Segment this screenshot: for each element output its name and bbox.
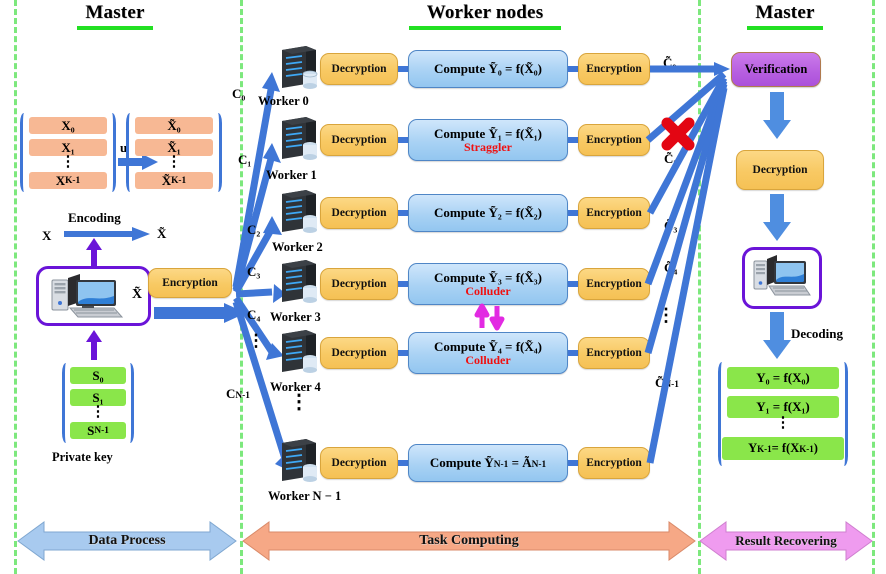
phase-label-task-computing: Task Computing: [419, 533, 519, 548]
decoding-arrow: [763, 312, 791, 359]
decoding-label: Decoding: [791, 326, 843, 341]
matrix-ellipsis: ⋮: [775, 415, 791, 431]
desktop-computer-icon: [753, 255, 811, 296]
verify-to-decrypt-arrow: [763, 92, 791, 139]
verification-box[interactable]: Verification: [731, 52, 821, 87]
phase-label-result-recovering: Result Recovering: [735, 533, 837, 548]
diagram-canvas: Master Worker nodes Master X₀ X₁ ⋮ X K-1 …: [0, 0, 886, 574]
matrix-cell: Y₀ = f(X₀): [727, 367, 839, 389]
decryption-box-master[interactable]: Decryption: [736, 150, 824, 190]
matrix-cell: Y K-1 = f(X K-1): [722, 437, 844, 460]
decrypt-to-pc-arrow: [763, 194, 791, 241]
phase-label-data-process: Data Process: [88, 533, 166, 548]
blocked-straggler-x-icon: [661, 117, 695, 151]
